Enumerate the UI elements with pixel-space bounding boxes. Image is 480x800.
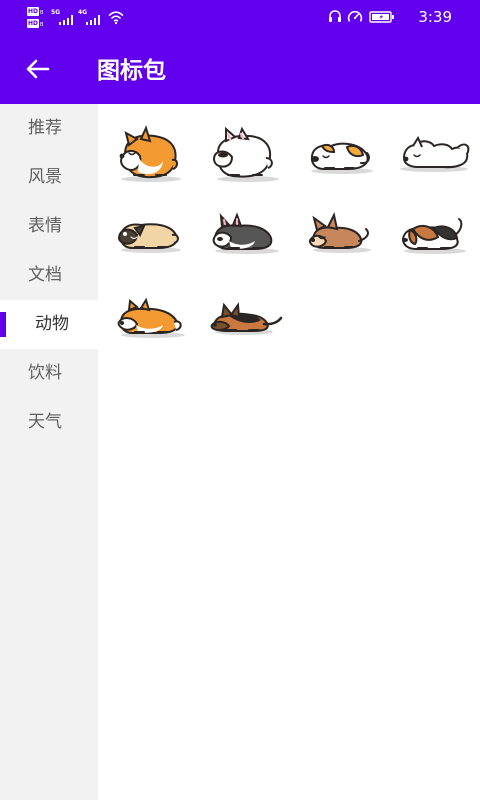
status-time: 3:39 [418, 8, 452, 26]
selected-indicator [0, 312, 6, 337]
sidebar-item-emoji[interactable]: 表情 [0, 202, 98, 251]
signal-strength-icon [86, 15, 100, 25]
shiba-sticker-tile[interactable] [113, 290, 191, 352]
icon-pack-screen: HD B HD B 5G 4G 3:39 图标包 推荐 风景 表情 文档 动物 … [0, 0, 480, 800]
corgi-sticker-tile[interactable] [113, 124, 191, 186]
jack-russell-sticker-tile[interactable] [303, 124, 381, 186]
sidebar-item-label: 天气 [28, 412, 62, 432]
pug-sticker-tile[interactable] [113, 208, 191, 270]
sidebar-item-label: 风景 [28, 167, 62, 187]
pug-icon [118, 223, 181, 253]
beagle-icon [401, 218, 466, 254]
category-sidebar: 推荐 风景 表情 文档 动物 饮料 天气 [0, 104, 98, 800]
signal-strength-icon [59, 15, 73, 25]
german-shepherd-icon [210, 302, 283, 335]
sidebar-item-recommended[interactable]: 推荐 [0, 104, 98, 153]
hd-badge-stack: HD B HD B [27, 7, 45, 29]
headset-icon [329, 10, 341, 22]
shiba-icon [117, 297, 185, 338]
chihuahua-icon [308, 212, 371, 253]
battery-charging-icon [369, 11, 394, 23]
hd-badge-subscript: B [40, 22, 44, 28]
sidebar-item-label: 推荐 [28, 118, 62, 138]
boston-terrier-icon [212, 212, 279, 254]
sidebar-item-label: 文档 [28, 265, 62, 285]
boston-terrier-sticker-tile[interactable] [208, 208, 286, 270]
hd-badge: HD [27, 7, 39, 16]
german-shepherd-sticker-tile[interactable] [208, 290, 286, 352]
hd-badge: HD [27, 19, 39, 28]
sidebar-item-documents[interactable]: 文档 [0, 251, 98, 300]
sidebar-item-label: 饮料 [28, 363, 62, 383]
sidebar-item-drinks[interactable]: 饮料 [0, 349, 98, 398]
white-fluffy-dog-sticker-tile[interactable] [396, 124, 474, 186]
status-icons-left: HD B HD B 5G 4G [27, 7, 137, 29]
wifi-icon [108, 11, 124, 25]
sidebar-item-label: 表情 [28, 216, 62, 236]
chihuahua-sticker-tile[interactable] [303, 208, 381, 270]
status-icons-right: 3:39 [327, 7, 452, 27]
sidebar-item-weather[interactable]: 天气 [0, 398, 98, 447]
jack-russell-icon [310, 142, 373, 174]
sidebar-item-scenery[interactable]: 风景 [0, 153, 98, 202]
status-bar: HD B HD B 5G 4G 3:39 [0, 0, 480, 34]
corgi-icon [119, 125, 181, 182]
page-title: 图标包 [97, 58, 166, 84]
hd-badge-subscript: B [40, 10, 44, 16]
white-fluffy-dog-icon [400, 135, 470, 172]
white-bulldog-icon [213, 126, 279, 182]
arrow-left-icon [26, 59, 50, 79]
speedometer-icon [347, 10, 363, 22]
icon-grid [98, 104, 480, 800]
app-header: HD B HD B 5G 4G 3:39 图标包 [0, 0, 480, 104]
white-bulldog-sticker-tile[interactable] [208, 124, 286, 186]
sidebar-item-animals[interactable]: 动物 [0, 300, 98, 349]
beagle-sticker-tile[interactable] [396, 208, 474, 270]
back-button[interactable] [18, 51, 58, 87]
sidebar-item-label: 动物 [35, 314, 69, 334]
